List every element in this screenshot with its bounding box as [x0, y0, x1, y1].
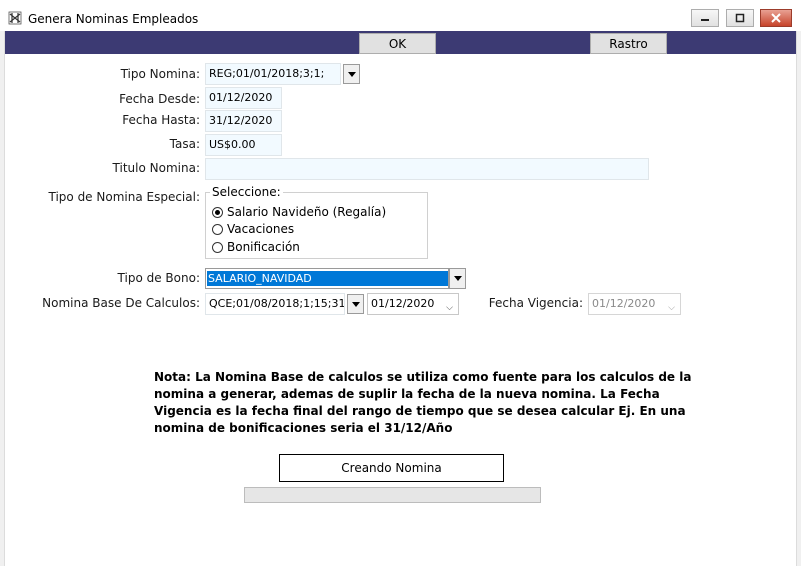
titulo-nomina-input[interactable]	[205, 158, 649, 180]
tipo-bono-label: Tipo de Bono:	[117, 271, 200, 285]
fecha-hasta-label: Fecha Hasta:	[122, 113, 200, 127]
tipo-nomina-select[interactable]: REG;01/01/2018;3;1;	[205, 63, 341, 85]
progress-bar	[244, 487, 541, 503]
tipo-bono-selected-value: SALARIO_NAVIDAD	[207, 271, 448, 286]
fecha-hasta-input[interactable]: 31/12/2020	[205, 110, 282, 132]
nomina-base-dropdown-button[interactable]	[347, 294, 364, 314]
fecha-vigencia-date-picker[interactable]: 01/12/2020 ⌵	[588, 293, 681, 315]
close-button[interactable]	[760, 9, 792, 27]
minimize-icon	[701, 19, 709, 21]
rastro-button[interactable]: Rastro	[590, 33, 667, 54]
radio-label: Bonificación	[227, 240, 300, 254]
radio-bonificacion[interactable]: Bonificación	[212, 240, 300, 254]
dropdown-arrow-icon	[347, 71, 356, 77]
nomina-base-select[interactable]: QCE;01/08/2018;1;15;31	[205, 293, 345, 315]
window-left-border	[0, 31, 5, 566]
app-icon	[8, 11, 22, 25]
chevron-down-icon: ⌵	[668, 303, 675, 313]
nomina-base-date-value: 01/12/2020	[371, 297, 435, 310]
radio-unchecked-icon	[212, 223, 223, 235]
note-text: Nota: La Nomina Base de calculos se util…	[154, 370, 692, 435]
radio-label: Salario Navideño (Regalía)	[227, 205, 387, 219]
fecha-vigencia-value: 01/12/2020	[592, 297, 656, 310]
radio-salario-navideno[interactable]: Salario Navideño (Regalía)	[212, 205, 386, 219]
window-right-border	[796, 31, 801, 566]
dropdown-arrow-icon	[453, 276, 462, 281]
nomina-base-date-picker[interactable]: 01/12/2020 ⌵	[367, 293, 459, 315]
tipo-especial-group-title: Seleccione:	[210, 185, 283, 199]
status-label: Creando Nomina	[279, 454, 504, 482]
tasa-input[interactable]: US$0.00	[205, 134, 282, 156]
fecha-desde-label: Fecha Desde:	[119, 92, 200, 106]
radio-checked-icon	[212, 206, 223, 218]
tipo-bono-select[interactable]: SALARIO_NAVIDAD	[205, 268, 449, 289]
tasa-label: Tasa:	[169, 137, 200, 151]
maximize-button[interactable]	[726, 9, 754, 27]
chevron-down-icon: ⌵	[446, 303, 453, 313]
radio-unchecked-icon	[212, 241, 223, 253]
tipo-nomina-label: Tipo Nomina:	[120, 67, 200, 81]
tipo-bono-dropdown-button[interactable]	[449, 268, 466, 289]
maximize-icon	[735, 13, 745, 23]
tipo-especial-label: Tipo de Nomina Especial:	[48, 190, 201, 204]
radio-label: Vacaciones	[227, 222, 295, 236]
radio-vacaciones[interactable]: Vacaciones	[212, 222, 294, 236]
titulo-nomina-label: Titulo Nomina:	[112, 161, 200, 175]
tipo-nomina-dropdown-button[interactable]	[343, 64, 360, 84]
fecha-desde-input[interactable]: 01/12/2020	[205, 87, 282, 109]
nomina-base-label: Nomina Base De Calculos:	[42, 296, 200, 310]
window-title: Genera Nominas Empleados	[28, 12, 199, 26]
minimize-button[interactable]	[691, 9, 719, 27]
ok-button[interactable]: OK	[359, 33, 436, 54]
close-icon	[771, 13, 781, 23]
fecha-vigencia-label: Fecha Vigencia:	[488, 296, 583, 310]
dropdown-arrow-icon	[351, 301, 360, 307]
